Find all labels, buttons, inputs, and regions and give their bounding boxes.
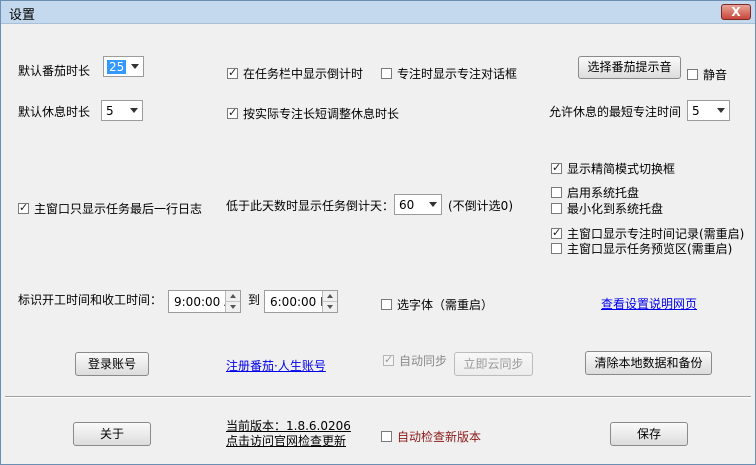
pomodoro-length-value: 25 [107,60,127,74]
checkbox-box[interactable] [381,68,392,79]
checkbox-box[interactable] [18,201,29,214]
minimize-tray-label: 最小化到系统托盘 [567,202,664,216]
spin-up-icon[interactable] [226,291,240,302]
window-title: 设置 [9,8,36,23]
min-focus-select[interactable]: 5 [687,100,730,121]
start-time-spinner [225,291,240,312]
font-option-checkbox[interactable]: 选字体（需重启） [381,296,493,313]
countdown-days-select[interactable]: 60 [394,194,442,215]
checkbox-box[interactable] [381,431,392,442]
min-focus-label: 允许休息的最短专注时间 [549,105,682,119]
auto-update-label: 自动检查新版本 [397,430,482,444]
check-update-link[interactable]: 点击访问官网检查更新 [226,434,346,449]
focus-dialog-checkbox[interactable]: 专注时显示专注对话框 [381,65,517,82]
chevron-down-icon [131,64,139,69]
end-time-spinner [322,291,337,312]
min-focus-value: 5 [692,104,700,118]
mode-toggle-label: 显示精简模式切换框 [567,162,676,176]
divider [5,396,751,398]
clear-local-data-button[interactable]: 清除本地数据和备份 [585,351,712,375]
checkbox-box[interactable] [551,161,562,174]
close-button[interactable]: X [721,4,751,20]
rest-length-select[interactable]: 5 [101,100,143,121]
save-button[interactable]: 保存 [610,422,688,446]
title-bar: 设置 X [1,1,755,24]
start-time-value: 9:00:00 A [174,295,233,309]
checkbox-box[interactable] [381,299,392,310]
choose-sound-button[interactable]: 选择番茄提示音 [578,56,681,79]
start-time-picker[interactable]: 9:00:00 A [168,290,241,313]
cloud-sync-button[interactable]: 立即云同步 [454,352,533,376]
last-log-label: 主窗口只显示任务最后一行日志 [34,202,203,216]
spin-down-icon[interactable] [323,302,337,312]
focus-dialog-label: 专注时显示专注对话框 [397,67,518,81]
settings-window: 设置 X 默认番茄时长 25 在任务栏中显示倒计时 专注时显示专注对话框 选择番… [0,0,756,465]
auto-update-checkbox[interactable]: 自动检查新版本 [381,428,481,445]
time-range-separator: 到 [248,293,261,307]
mode-toggle-checkbox[interactable]: 显示精简模式切换框 [551,160,675,177]
rest-length-value: 5 [106,104,114,118]
checkbox-box[interactable] [551,243,562,254]
help-page-link[interactable]: 查看设置说明网页 [601,295,697,312]
font-option-label: 选字体（需重启） [397,298,494,312]
adjust-rest-checkbox[interactable]: 按实际专注长短调整休息时长 [227,105,399,122]
about-button[interactable]: 关于 [73,422,151,446]
login-button[interactable]: 登录账号 [75,352,149,376]
taskbar-countdown-checkbox[interactable]: 在任务栏中显示倒计时 [227,65,363,82]
last-log-checkbox[interactable]: 主窗口只显示任务最后一行日志 [18,200,202,217]
register-account-link[interactable]: 注册番茄·人生账号 [226,357,326,374]
countdown-days-label: 低于此天数时显示任务倒计天： [226,199,395,213]
spin-down-icon[interactable] [226,302,240,312]
countdown-days-note: (不倒计选0) [448,199,513,213]
spin-up-icon[interactable] [323,291,337,302]
mute-checkbox[interactable]: 静音 [687,66,727,83]
chevron-down-icon [429,202,437,207]
minimize-tray-checkbox[interactable]: 最小化到系统托盘 [551,200,663,217]
auto-sync-checkbox[interactable]: 自动同步 [383,352,447,369]
mute-label: 静音 [703,68,728,82]
system-tray-checkbox[interactable]: 启用系统托盘 [551,184,639,201]
checkbox-box[interactable] [383,353,394,366]
chevron-down-icon [130,108,138,113]
checkbox-box[interactable] [227,66,238,79]
checkbox-box[interactable] [551,187,562,198]
auto-sync-label: 自动同步 [399,354,448,368]
taskbar-countdown-label: 在任务栏中显示倒计时 [243,67,364,81]
rest-length-label: 默认休息时长 [18,105,91,119]
checkbox-box[interactable] [227,106,238,119]
pomodoro-length-select[interactable]: 25 [103,56,144,77]
end-time-value: 6:00:00 P [270,295,328,309]
system-tray-label: 启用系统托盘 [567,186,640,200]
task-preview-checkbox[interactable]: 主窗口显示任务预览区(需重启) [551,240,732,257]
pomodoro-length-label: 默认番茄时长 [18,64,91,78]
countdown-days-value: 60 [399,198,415,212]
checkbox-box[interactable] [687,69,698,80]
task-preview-label: 主窗口显示任务预览区(需重启) [567,242,733,256]
end-time-picker[interactable]: 6:00:00 P [264,290,338,313]
work-hours-label: 标识开工时间和收工时间： [18,293,163,307]
checkbox-box[interactable] [551,203,562,214]
chevron-down-icon [717,108,725,113]
checkbox-box[interactable] [551,226,562,239]
adjust-rest-label: 按实际专注长短调整休息时长 [243,107,400,121]
version-label[interactable]: 当前版本：1.8.6.0206 [226,419,351,434]
